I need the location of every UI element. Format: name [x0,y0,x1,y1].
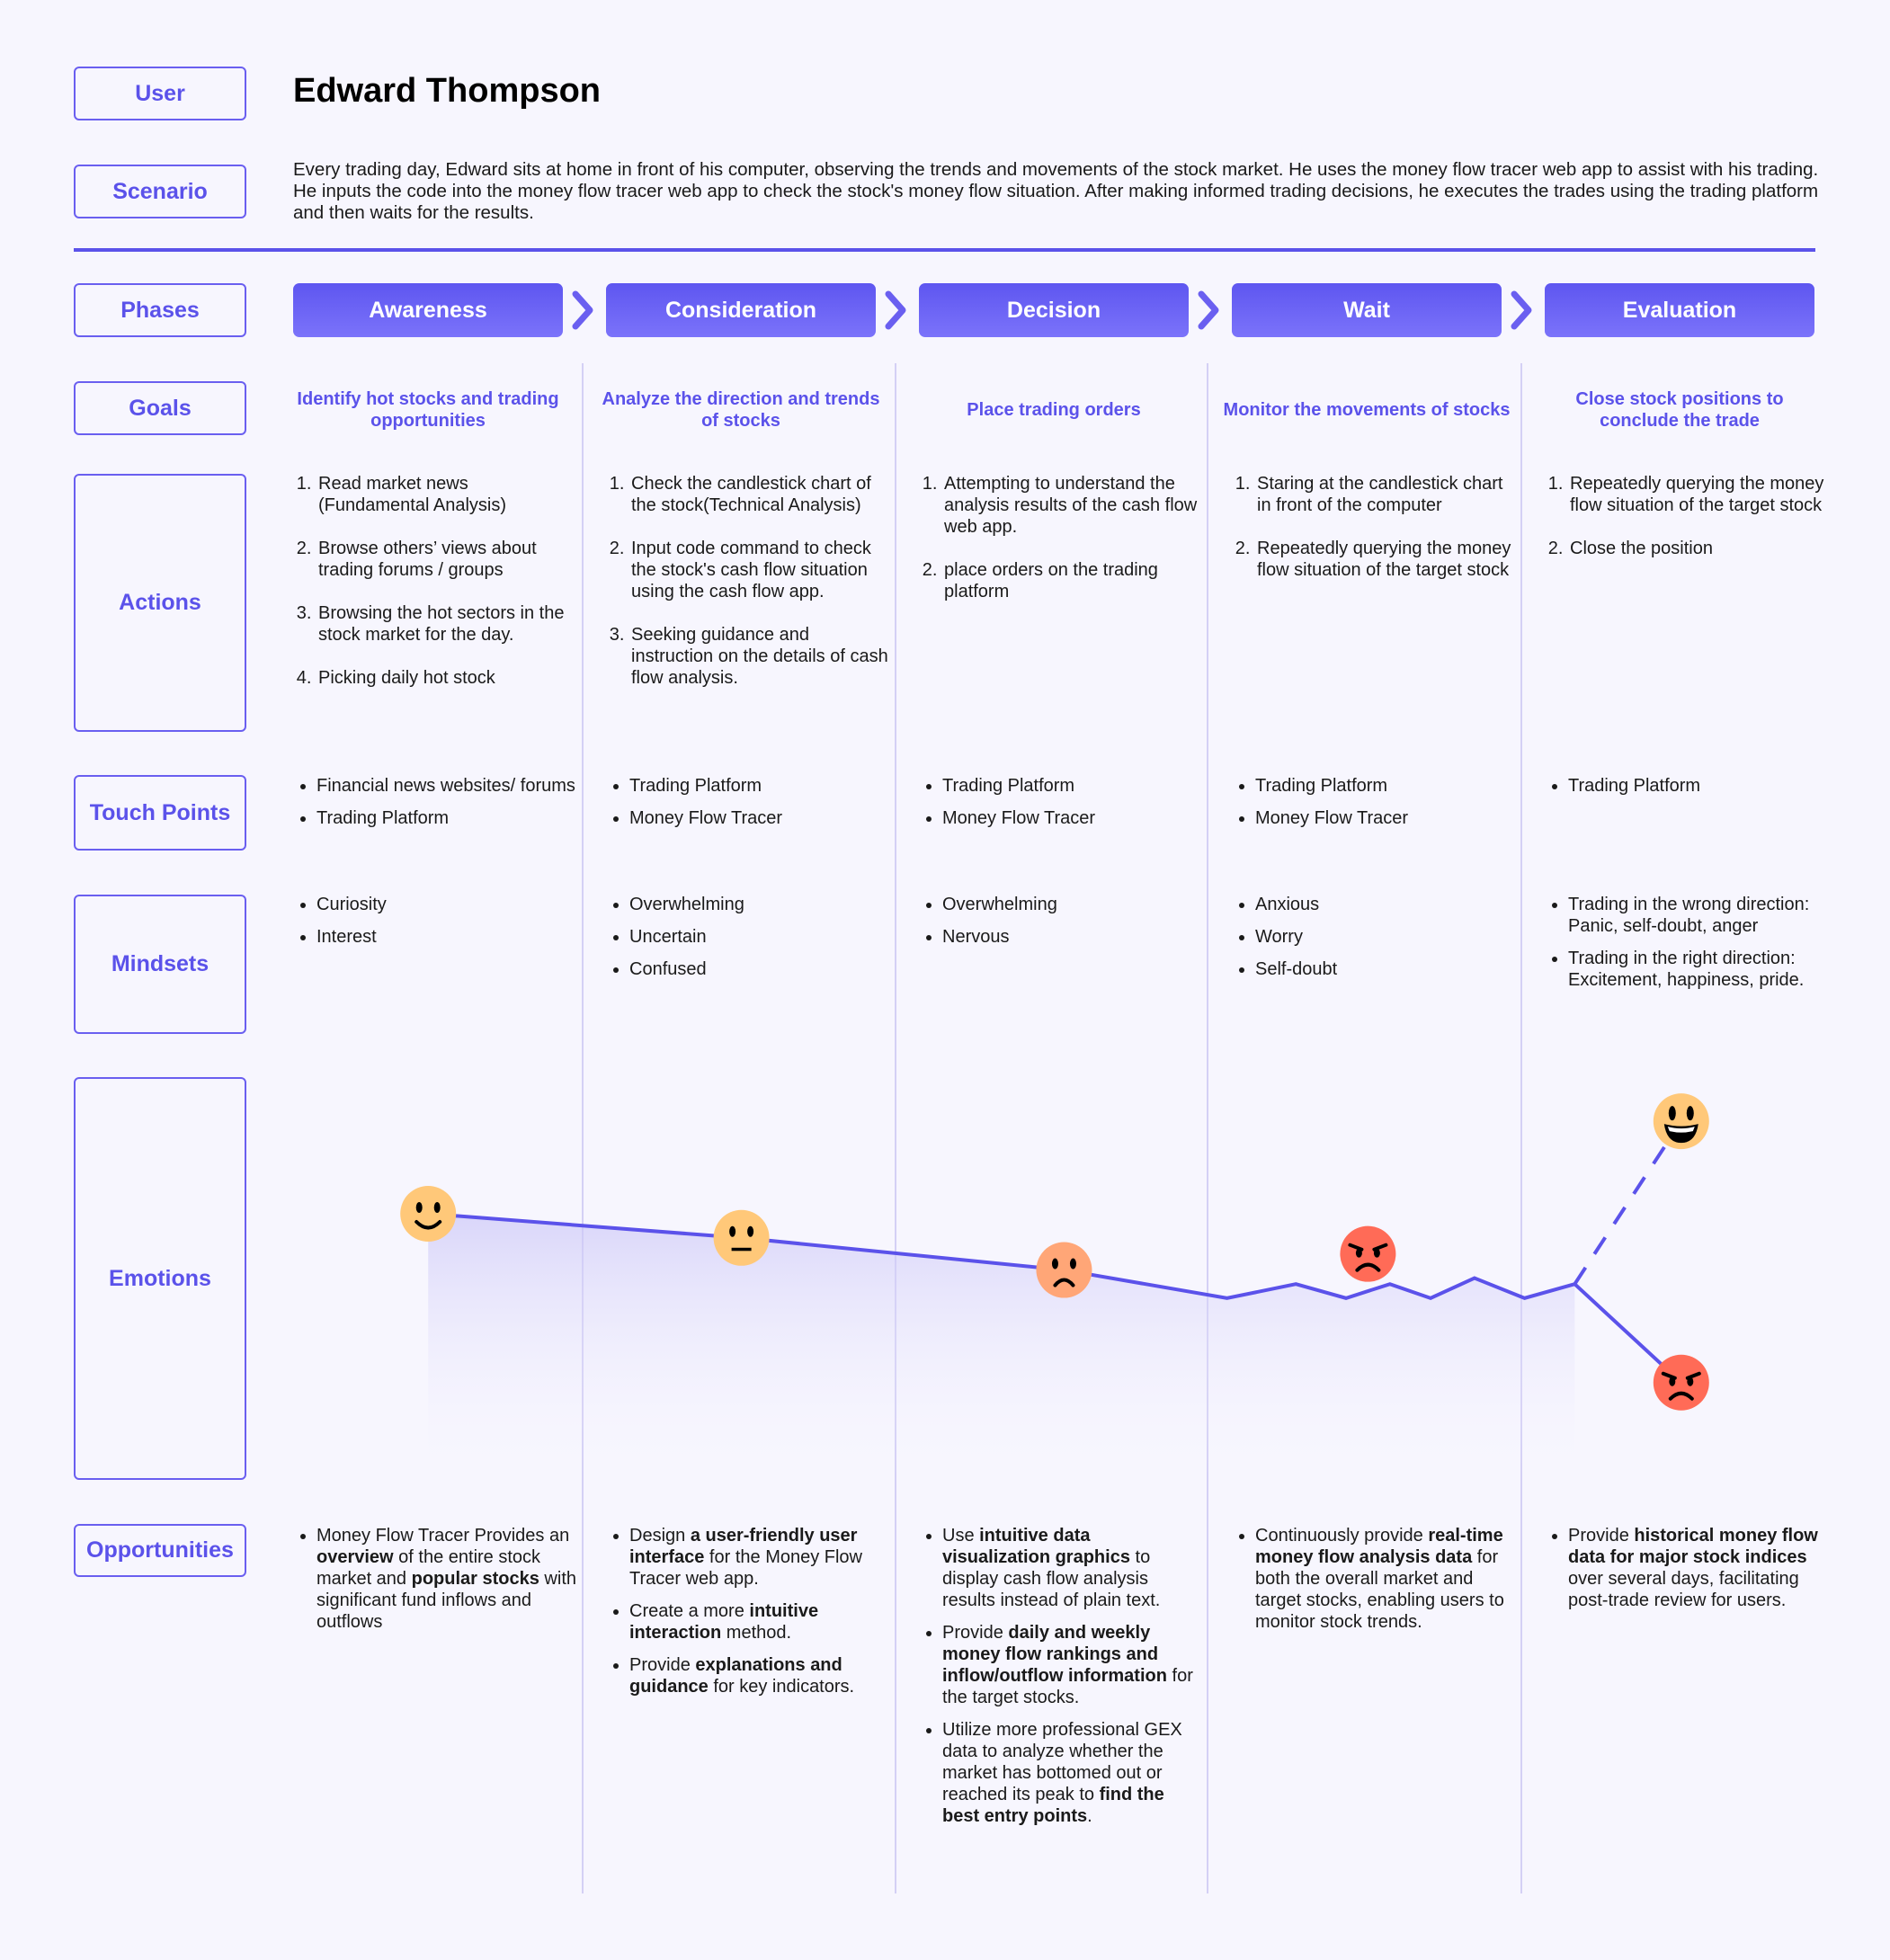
opportunity-item: Use intuitive data visualization graphic… [942,1525,1203,1611]
right-direction-line [1573,1120,1683,1286]
opportunities-awareness: Money Flow Tracer Provides an overview o… [293,1525,577,1644]
opportunity-item: Provide explanations and guidance for ke… [629,1654,890,1697]
frowning-face-icon [1036,1242,1092,1298]
opportunity-item: Money Flow Tracer Provides an overview o… [316,1525,577,1633]
opportunity-item: Continuously provide real-time money flo… [1255,1525,1516,1633]
slightly-smiling-face-icon [400,1185,457,1242]
opportunity-item: Utilize more professional GEX data to an… [942,1719,1203,1827]
opportunities-decision: Use intuitive data visualization graphic… [919,1525,1203,1838]
opportunities-consideration: Design a user-friendly user interface fo… [606,1525,890,1708]
opportunities-wait: Continuously provide real-time money flo… [1232,1525,1516,1644]
opportunity-item: Design a user-friendly user interface fo… [629,1525,890,1590]
opportunity-item: Provide daily and weekly money flow rank… [942,1622,1203,1708]
neutral-face-icon [713,1209,770,1266]
opportunity-item: Create a more intuitive interaction meth… [629,1600,890,1644]
emotion-area [428,1213,1575,1479]
opportunities-evaluation: Provide historical money flow data for m… [1545,1525,1829,1622]
angry-face-icon [1653,1354,1709,1411]
opportunity-item: Provide historical money flow data for m… [1568,1525,1829,1611]
grinning-face-icon [1653,1093,1709,1150]
angry-face-icon [1340,1225,1396,1282]
